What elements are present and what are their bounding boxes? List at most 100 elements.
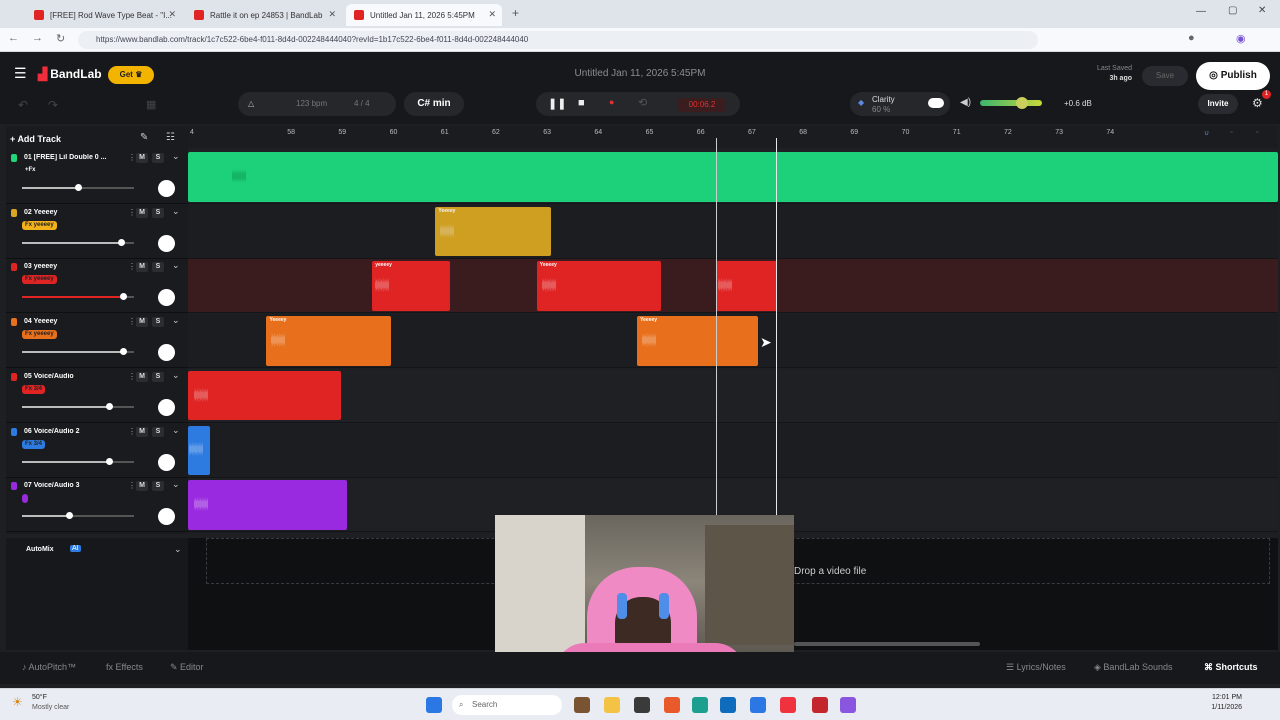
- metronome-icon[interactable]: △: [248, 92, 254, 116]
- chevron-down-icon[interactable]: ⌄: [172, 370, 180, 381]
- more-icon[interactable]: ⋮: [128, 481, 136, 490]
- shortcuts-button[interactable]: ⌘ Shortcuts: [1204, 662, 1258, 673]
- fx-badge[interactable]: [22, 494, 28, 504]
- game-app-icon[interactable]: [812, 697, 828, 713]
- clock-time[interactable]: 12:01 PM: [1198, 694, 1242, 701]
- pan-knob[interactable]: [158, 180, 175, 197]
- audio-clip[interactable]: Yeeeey: [266, 316, 391, 366]
- audio-clip[interactable]: Yeeeey: [637, 316, 759, 366]
- mute-button[interactable]: M: [136, 262, 148, 273]
- track-name[interactable]: 05 Voice/Audio: [24, 373, 128, 380]
- weather-icon[interactable]: ☀: [12, 695, 23, 709]
- chevron-down-icon[interactable]: ⌄: [172, 260, 180, 271]
- browser-tab-3[interactable]: Untitled Jan 11, 2026 5:45PM ✕: [346, 4, 502, 26]
- magnet-icon[interactable]: ∪: [1204, 129, 1209, 137]
- edit-tool-icon[interactable]: ✎: [140, 132, 148, 143]
- pan-knob[interactable]: [158, 398, 175, 416]
- audio-clip[interactable]: [188, 370, 341, 421]
- effects-button[interactable]: fx Effects: [106, 662, 143, 672]
- autopitch-button[interactable]: ♪ AutoPitch™: [22, 662, 76, 672]
- chevron-down-icon[interactable]: ⌄: [172, 206, 180, 217]
- more-icon[interactable]: ⋮: [128, 427, 136, 436]
- timeline-ruler[interactable]: 4 58 59 60 61 62 63 64 65 66 67 68 69 70 71 72 73 74 ∪ ▫ ▫: [188, 126, 1278, 148]
- track-settings-icon[interactable]: ☷: [166, 132, 175, 143]
- volume-knob[interactable]: [117, 238, 125, 246]
- new-tab-icon[interactable]: +: [512, 6, 519, 20]
- arrangement-lanes[interactable]: Yeeeey yeeeey Yeeeey Yeeeey Yeeeey: [188, 150, 1278, 534]
- mute-button[interactable]: M: [136, 207, 148, 218]
- track-name[interactable]: 03 yeeeey: [24, 263, 128, 270]
- loop-icon[interactable]: ⟲: [638, 96, 647, 109]
- chat-app-icon[interactable]: [840, 697, 856, 713]
- solo-button[interactable]: S: [152, 207, 164, 218]
- more-icon[interactable]: ⋮: [128, 208, 136, 217]
- fx-badge[interactable]: Fx 3/4: [22, 439, 46, 449]
- track-header[interactable]: 01 [FREE] Lil Double 0 ... ⋮ M S ⌄ +Fx: [6, 150, 188, 204]
- bandlab-sounds-button[interactable]: ◈ BandLab Sounds: [1094, 662, 1172, 673]
- track-lane[interactable]: [188, 368, 1278, 423]
- pause-icon[interactable]: ❚❚: [548, 97, 566, 110]
- automix-label[interactable]: AutoMix: [26, 546, 54, 553]
- time-signature[interactable]: 4 / 4: [354, 92, 370, 116]
- clarity-control[interactable]: ◆ Clarity 60 %: [850, 92, 950, 116]
- volume-knob[interactable]: [106, 457, 114, 465]
- tempo-value[interactable]: 123 bpm: [296, 92, 327, 116]
- track-name[interactable]: 04 Yeeeey: [24, 318, 128, 325]
- more-icon[interactable]: ⋮: [128, 153, 136, 162]
- solo-button[interactable]: S: [152, 262, 164, 273]
- minimize-icon[interactable]: —: [1196, 6, 1206, 17]
- taskview-icon[interactable]: [574, 697, 590, 713]
- track-lane[interactable]: [188, 423, 1278, 478]
- publish-button[interactable]: ◎ Publish: [1196, 62, 1270, 90]
- master-volume-slider[interactable]: [980, 100, 1042, 106]
- settings-icon[interactable]: ⚙: [1252, 96, 1263, 110]
- volume-knob[interactable]: [106, 402, 114, 410]
- copilot-icon[interactable]: ◉: [1236, 32, 1246, 45]
- url-field[interactable]: https://www.bandlab.com/track/1c7c522-6b…: [78, 31, 1038, 49]
- track-name[interactable]: 02 Yeeeey: [24, 209, 128, 216]
- audio-clip[interactable]: [188, 425, 210, 476]
- profile-icon[interactable]: ●: [1188, 32, 1195, 44]
- track-header[interactable]: 06 Voice/Audio 2 ⋮ M S ⌄ Fx 3/4: [6, 424, 188, 478]
- back-icon[interactable]: ←: [8, 32, 19, 44]
- volume-knob[interactable]: [119, 293, 127, 301]
- refresh-icon[interactable]: ↻: [56, 32, 65, 45]
- chevron-down-icon[interactable]: ⌄: [172, 479, 180, 490]
- mixer-icon[interactable]: ▦: [146, 98, 156, 111]
- more-icon[interactable]: ⋮: [128, 372, 136, 381]
- undo-icon[interactable]: ↶: [18, 98, 28, 112]
- pan-knob[interactable]: [158, 234, 175, 252]
- mute-button[interactable]: M: [136, 371, 148, 382]
- invite-button[interactable]: Invite: [1198, 94, 1238, 114]
- speaker-icon[interactable]: ◀): [960, 97, 971, 108]
- pan-knob[interactable]: [158, 344, 175, 362]
- fx-badge[interactable]: Fx yeeeey: [22, 220, 57, 230]
- clarity-toggle[interactable]: [928, 98, 944, 108]
- track-name[interactable]: 07 Voice/Audio 3: [24, 482, 128, 489]
- volume-knob[interactable]: [75, 184, 82, 191]
- clock-date[interactable]: 1/11/2026: [1198, 704, 1242, 711]
- fx-badge[interactable]: Fx 3/4: [22, 384, 46, 394]
- pan-knob[interactable]: [158, 453, 175, 471]
- forward-icon[interactable]: →: [32, 32, 43, 44]
- tempo-control[interactable]: △ 123 bpm 4 / 4: [238, 92, 396, 116]
- close-window-icon[interactable]: ✕: [1258, 5, 1266, 16]
- audio-clip[interactable]: Yeeeey: [435, 206, 551, 257]
- more-icon[interactable]: ⋮: [128, 262, 136, 271]
- audio-clip[interactable]: [188, 480, 348, 530]
- maximize-icon[interactable]: ▢: [1228, 5, 1237, 16]
- zoom-icon[interactable]: ▫: [1230, 129, 1232, 136]
- solo-button[interactable]: S: [152, 481, 164, 492]
- menu-icon[interactable]: ☰: [14, 65, 27, 82]
- lyrics-button[interactable]: ☰ Lyrics/Notes: [1006, 662, 1066, 673]
- track-name[interactable]: 01 [FREE] Lil Double 0 ...: [24, 154, 128, 161]
- fx-badge[interactable]: +Fx: [22, 166, 39, 175]
- close-icon[interactable]: ✕: [168, 9, 176, 20]
- fx-badge[interactable]: Fx yeeeey: [22, 275, 57, 285]
- save-button[interactable]: Save: [1142, 66, 1188, 86]
- solo-button[interactable]: S: [152, 153, 164, 163]
- horizontal-scrollbar[interactable]: [794, 642, 980, 646]
- track-header[interactable]: 04 Yeeeey ⋮ M S ⌄ Fx yeeeey: [6, 314, 188, 369]
- audio-clip[interactable]: [715, 261, 777, 312]
- browser-tab-2[interactable]: Rattle it on ep 24853 | BandLab ✕: [186, 4, 342, 26]
